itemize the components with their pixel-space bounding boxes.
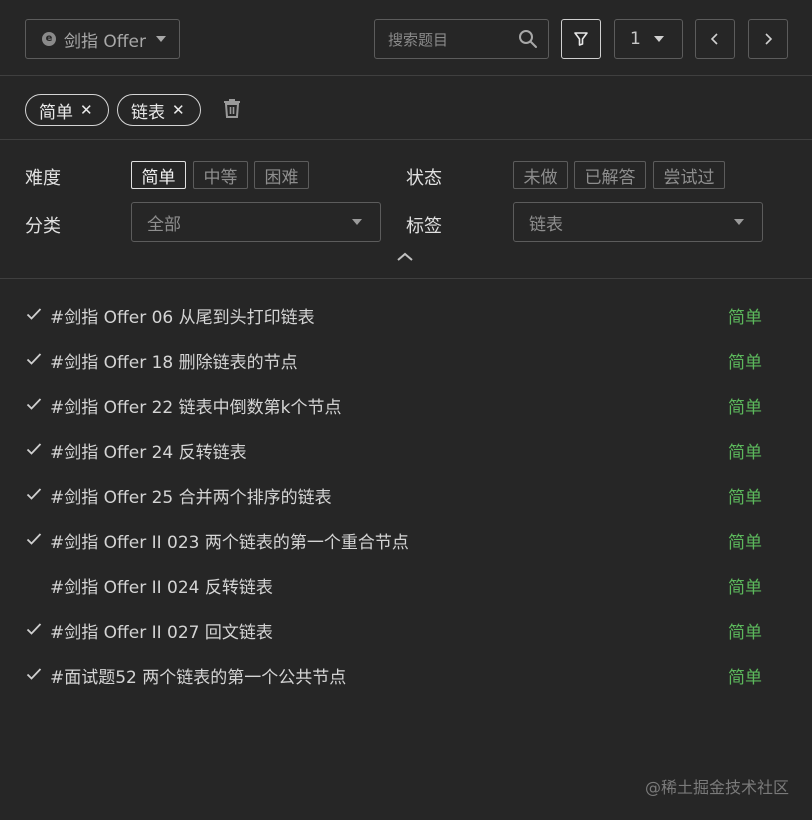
chevron-down-icon [734,219,744,225]
active-filter-chips: 简单 ✕ 链表 ✕ [0,76,812,140]
check-icon [26,533,42,545]
difficulty-option-hard[interactable]: 困难 [254,161,309,189]
check-icon [26,353,42,365]
status-option-solved[interactable]: 已解答 [574,161,646,189]
chevron-right-icon [765,33,773,45]
problem-title[interactable]: #面试题52 两个链表的第一个公共节点 [50,663,346,688]
status-label: 状态 [406,168,442,189]
problem-row[interactable]: #剑指 Offer II 023 两个链表的第一个重合节点 简单 [0,518,812,563]
chip-label: 简单 [39,102,73,123]
difficulty-option-medium[interactable]: 中等 [193,161,248,189]
problem-row[interactable]: #剑指 Offer 06 从尾到头打印链表 简单 [0,293,812,338]
search-placeholder: 搜索题目 [388,30,449,49]
problem-title[interactable]: #剑指 Offer 06 从尾到头打印链表 [50,303,315,328]
problem-title[interactable]: #剑指 Offer 22 链表中倒数第k个节点 [50,393,341,418]
prev-page-button[interactable] [695,19,735,59]
tag-select[interactable]: 链表 [513,202,763,242]
problem-difficulty: 简单 [728,668,762,688]
problem-title[interactable]: #剑指 Offer II 023 两个链表的第一个重合节点 [50,528,409,553]
problem-row[interactable]: #剑指 Offer 25 合并两个排序的链表 简单 [0,473,812,518]
problem-title[interactable]: #剑指 Offer 18 删除链表的节点 [50,348,298,373]
check-icon [26,398,42,410]
problem-list: #剑指 Offer 06 从尾到头打印链表 简单 #剑指 Offer 18 删除链表… [0,293,812,698]
category-value: 全部 [147,214,181,235]
chevron-down-icon [654,36,664,42]
problem-row[interactable]: #面试题52 两个链表的第一个公共节点 简单 [0,653,812,698]
search-icon [519,30,537,48]
chip-label: 链表 [131,102,165,123]
problem-difficulty: 简单 [728,443,762,463]
status-option-attempted[interactable]: 尝试过 [653,161,725,189]
problem-title[interactable]: #剑指 Offer 25 合并两个排序的链表 [50,483,332,508]
close-icon[interactable]: ✕ [172,101,185,119]
problem-row[interactable]: #剑指 Offer 24 反转链表 简单 [0,428,812,473]
problem-row[interactable]: #剑指 Offer II 027 回文链表 简单 [0,608,812,653]
chevron-left-icon [710,33,718,45]
trash-icon[interactable] [222,98,242,118]
page-select[interactable]: 1 [614,19,683,59]
chevron-down-icon [155,36,166,42]
check-icon [26,668,42,680]
check-icon [26,443,42,455]
tag-label: 标签 [406,216,442,237]
problem-difficulty: 简单 [728,533,762,553]
problem-difficulty: 简单 [728,623,762,643]
filter-toggle-button[interactable] [561,19,601,59]
chip-tag[interactable]: 链表 ✕ [117,94,201,126]
chevron-up-icon[interactable] [396,252,414,262]
source-select-label: 剑指 Offer [64,31,146,52]
check-icon [26,308,42,320]
leetcode-problem-panel: e 剑指 Offer 搜索题目 1 简单 ✕ 链表 ✕ 难度 简单 中等 困难 … [0,0,812,820]
source-select[interactable]: e 剑指 Offer [25,19,180,59]
problem-row[interactable]: #剑指 Offer II 024 反转链表 简单 [0,563,812,608]
search-input[interactable]: 搜索题目 [374,19,549,59]
problem-title[interactable]: #剑指 Offer 24 反转链表 [50,438,247,463]
check-icon [26,488,42,500]
difficulty-label: 难度 [25,168,61,189]
problem-difficulty: 简单 [728,308,762,328]
watermark: @稀土掘金技术社区 [644,778,789,797]
problem-title[interactable]: #剑指 Offer II 024 反转链表 [50,573,273,598]
next-page-button[interactable] [748,19,788,59]
tag-value: 链表 [529,214,563,235]
chip-difficulty[interactable]: 简单 ✕ [25,94,109,126]
category-select[interactable]: 全部 [131,202,381,242]
problem-difficulty: 简单 [728,488,762,508]
leetcode-logo-icon: e [42,32,56,46]
problem-title[interactable]: #剑指 Offer II 027 回文链表 [50,618,273,643]
problem-difficulty: 简单 [728,398,762,418]
status-option-todo[interactable]: 未做 [513,161,568,189]
difficulty-option-easy[interactable]: 简单 [131,161,186,189]
problem-row[interactable]: #剑指 Offer 18 删除链表的节点 简单 [0,338,812,383]
filter-panel: 难度 简单 中等 困难 状态 未做 已解答 尝试过 分类 全部 标签 链表 [0,140,812,279]
problem-row[interactable]: #剑指 Offer 22 链表中倒数第k个节点 简单 [0,383,812,428]
problem-difficulty: 简单 [728,578,762,598]
chevron-down-icon [352,219,362,225]
check-icon [26,623,42,635]
close-icon[interactable]: ✕ [80,101,93,119]
toolbar: e 剑指 Offer 搜索题目 1 [0,0,812,76]
page-number: 1 [630,29,641,49]
category-label: 分类 [25,216,61,237]
filter-icon [574,32,588,46]
problem-difficulty: 简单 [728,353,762,373]
